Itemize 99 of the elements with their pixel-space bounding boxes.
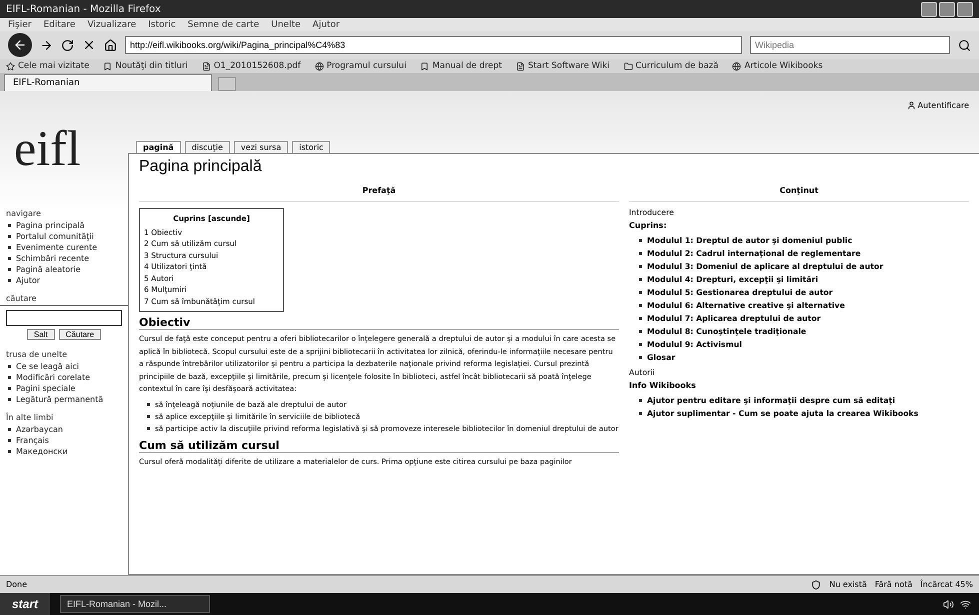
close-button[interactable] <box>957 2 973 16</box>
sidebar-link[interactable]: Schimbări recente <box>16 253 90 264</box>
maximize-button[interactable] <box>939 2 955 16</box>
search-button[interactable]: Căutare <box>58 329 102 340</box>
menu-item[interactable]: Unelte <box>271 20 301 30</box>
bookmark-item[interactable]: Curriculum de bază <box>636 61 718 71</box>
bullet-icon <box>639 265 642 268</box>
bookmark-item[interactable]: Manual de drept <box>432 61 502 71</box>
section-heading: Cum să utilizăm cursul <box>139 438 619 452</box>
column-heading: Prefaţă <box>139 182 619 202</box>
bullet-icon <box>8 279 11 282</box>
start-button[interactable]: start <box>0 593 50 615</box>
back-button[interactable] <box>8 33 32 57</box>
bullet-icon <box>639 399 642 402</box>
status-text: Done <box>6 580 28 589</box>
bullet-icon <box>8 235 11 238</box>
bullet-icon <box>8 439 11 442</box>
sidebar-heading: căutare <box>5 294 38 305</box>
menu-item[interactable]: Semne de carte <box>188 20 260 30</box>
bullet-icon <box>147 426 150 430</box>
section-heading: Obiectiv <box>139 316 619 330</box>
menu-item[interactable]: Istoric <box>148 20 176 30</box>
column-heading: Conţinut <box>629 182 969 202</box>
sidebar-link[interactable]: Legătură permanentă <box>16 394 104 405</box>
sidebar-link[interactable]: Modificări corelate <box>16 372 90 383</box>
menu-item[interactable]: Editare <box>43 20 76 30</box>
bullet-icon <box>639 317 642 320</box>
content-heading: Cuprins: <box>629 221 668 230</box>
search-button[interactable]: Salt <box>26 329 55 340</box>
bullet-icon <box>8 224 11 227</box>
browser-tab[interactable]: EIFL-Romanian <box>4 74 212 91</box>
shield-icon[interactable] <box>811 580 822 590</box>
menu-item[interactable]: Fişier <box>8 20 32 30</box>
bullet-icon <box>8 365 11 368</box>
page-title: Pagina principală <box>139 158 263 176</box>
sidebar-link[interactable]: Azərbaycan <box>16 424 63 435</box>
page-tab[interactable]: discuţie <box>184 141 230 153</box>
bullet-icon <box>639 343 642 346</box>
content-heading: Info Wikibooks <box>629 381 697 390</box>
address-field[interactable]: http://eifl.wikibooks.org/wiki/Pagina_principal%C4%83 <box>125 36 742 54</box>
status-item: Încărcat 45% <box>920 580 973 589</box>
bookmark-item[interactable]: Noutăţi din titluri <box>115 61 188 71</box>
sidebar-link[interactable]: Français <box>16 435 49 446</box>
bullet-icon <box>8 376 11 379</box>
status-item: Fără notă <box>874 580 912 589</box>
bullet-icon <box>8 428 11 431</box>
bullet-icon <box>639 330 642 333</box>
bullet-icon <box>8 257 11 260</box>
sidebar-link[interactable]: Ce se leagă aici <box>16 361 79 372</box>
page-tab[interactable]: vezi sursa <box>234 141 288 153</box>
bullet-icon <box>639 356 642 359</box>
sidebar-link[interactable]: Portalul comunităţii <box>16 231 94 242</box>
bullet-icon <box>639 291 642 294</box>
sidebar-link[interactable]: Pagina principală <box>16 220 85 231</box>
bookmark-item[interactable]: Cele mai vizitate <box>18 61 90 71</box>
bullet-icon <box>639 252 642 255</box>
sidebar-link[interactable]: Evenimente curente <box>16 242 98 253</box>
sidebar-heading: navigare <box>5 209 42 220</box>
search-field[interactable]: Wikipedia <box>750 36 950 54</box>
stop-icon[interactable] <box>82 38 96 52</box>
search-field[interactable] <box>6 310 122 326</box>
menu-item[interactable]: Ajutor <box>312 20 340 30</box>
bookmark-item[interactable]: O1_2010152608.pdf <box>214 61 301 71</box>
speaker-icon[interactable] <box>943 598 954 610</box>
page-tab[interactable]: pagină <box>136 141 181 153</box>
bullet-icon <box>8 450 11 453</box>
bullet-icon <box>147 402 150 406</box>
user-icon <box>906 100 916 110</box>
window-title: EIFL-Romanian - Mozilla Firefox <box>6 4 161 14</box>
bullet-icon <box>639 239 642 242</box>
network-icon[interactable] <box>960 598 971 610</box>
bullet-icon <box>8 268 11 271</box>
forward-icon[interactable] <box>40 38 53 52</box>
bullet-icon <box>639 412 642 415</box>
sidebar-link[interactable]: Македонски <box>16 446 68 457</box>
bullet-icon <box>8 387 11 390</box>
bullet-icon <box>147 414 150 418</box>
bullet-icon <box>8 398 11 401</box>
bullet-icon <box>8 246 11 249</box>
sidebar-link[interactable]: Ajutor <box>16 275 40 286</box>
bookmark-item[interactable]: Start Software Wiki <box>528 61 610 71</box>
sidebar-heading: În alte limbi <box>5 413 54 424</box>
bookmark-item[interactable]: Programul cursului <box>326 61 406 71</box>
bullet-icon <box>639 278 642 281</box>
sidebar-heading: trusa de unelte <box>5 350 68 361</box>
sidebar-link[interactable]: Pagini speciale <box>16 383 76 394</box>
search-icon[interactable] <box>958 38 971 52</box>
bullet-icon <box>639 304 642 307</box>
bookmark-item[interactable]: Articole Wikibooks <box>744 61 823 71</box>
sidebar-link[interactable]: Pagină aleatorie <box>16 264 81 275</box>
page-tab[interactable]: istoric <box>292 141 330 153</box>
status-item: Nu există <box>829 580 867 589</box>
taskbar-button[interactable]: EIFL-Romanian - Mozil... <box>60 595 210 613</box>
home-icon[interactable] <box>104 38 117 52</box>
login-link[interactable]: Autentificare <box>918 100 969 110</box>
reload-icon[interactable] <box>61 38 74 52</box>
site-logo[interactable]: eifl <box>0 119 128 209</box>
menu-item[interactable]: Vizualizare <box>87 20 136 30</box>
minimize-button[interactable] <box>921 2 937 16</box>
